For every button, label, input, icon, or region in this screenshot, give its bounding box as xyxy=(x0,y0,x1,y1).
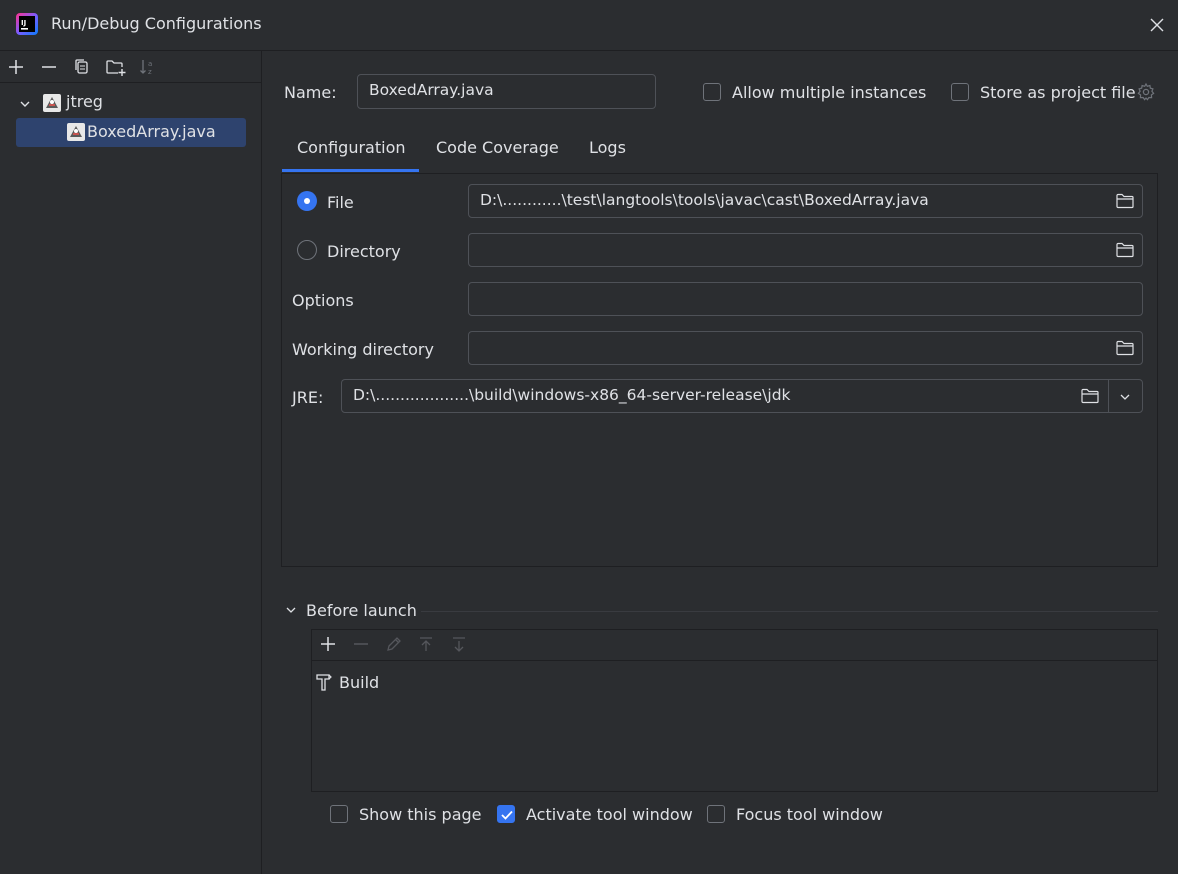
before-launch-panel xyxy=(311,629,1158,792)
tree-item-label: BoxedArray.java xyxy=(87,122,216,141)
close-icon[interactable] xyxy=(1145,13,1169,37)
name-input-value: BoxedArray.java xyxy=(369,81,494,99)
workdir-label: Working directory xyxy=(292,340,434,359)
tab-code-coverage[interactable]: Code Coverage xyxy=(436,138,559,157)
active-tab-indicator xyxy=(282,169,419,172)
store-project-label: Store as project file xyxy=(980,83,1136,102)
tab-logs[interactable]: Logs xyxy=(589,138,626,157)
allow-multiple-label: Allow multiple instances xyxy=(732,83,927,102)
intellij-logo-icon: IJ xyxy=(16,13,38,35)
chevron-down-icon[interactable] xyxy=(19,98,31,110)
hammer-icon xyxy=(315,672,333,692)
svg-text:a: a xyxy=(148,60,152,68)
checkmark-icon xyxy=(501,810,513,820)
show-page-checkbox[interactable] xyxy=(330,805,348,823)
combo-divider xyxy=(1108,380,1109,412)
copy-icon[interactable] xyxy=(72,57,92,77)
configurations-tree-panel xyxy=(0,51,262,874)
workdir-field[interactable] xyxy=(468,331,1143,365)
folder-icon[interactable] xyxy=(1115,241,1135,259)
tab-configuration[interactable]: Configuration xyxy=(297,138,406,157)
store-project-checkbox[interactable] xyxy=(951,83,969,101)
focus-tool-window-checkbox[interactable] xyxy=(707,805,725,823)
before-launch-title[interactable]: Before launch xyxy=(306,601,417,620)
jre-label: JRE: xyxy=(292,388,324,407)
file-path-field[interactable]: D:\............\test\langtools\tools\jav… xyxy=(468,184,1143,218)
folder-icon[interactable] xyxy=(1115,192,1135,210)
name-input[interactable]: BoxedArray.java xyxy=(357,74,656,109)
new-folder-icon[interactable] xyxy=(105,57,126,77)
chevron-down-icon[interactable] xyxy=(285,604,297,616)
activate-tool-window-checkbox[interactable] xyxy=(497,805,515,823)
activate-tool-window-label: Activate tool window xyxy=(526,805,693,824)
name-label: Name: xyxy=(284,83,337,102)
tree-group-jtreg[interactable]: jtreg xyxy=(16,92,246,116)
directory-label: Directory xyxy=(327,242,401,261)
tree-item-boxedarray[interactable]: BoxedArray.java xyxy=(16,118,246,147)
jtreg-icon xyxy=(42,93,62,113)
svg-text:z: z xyxy=(148,68,152,76)
move-down-icon[interactable] xyxy=(449,634,469,654)
focus-tool-window-label: Focus tool window xyxy=(736,805,883,824)
allow-multiple-checkbox[interactable] xyxy=(703,83,721,101)
directory-radio[interactable] xyxy=(297,240,317,260)
directory-field[interactable] xyxy=(468,233,1143,267)
chevron-down-icon[interactable] xyxy=(1118,390,1132,404)
file-radio[interactable] xyxy=(297,191,317,211)
remove-icon[interactable] xyxy=(39,57,59,77)
show-page-label: Show this page xyxy=(359,805,482,824)
file-label: File xyxy=(327,193,354,212)
folder-icon[interactable] xyxy=(1115,339,1135,357)
gear-icon[interactable] xyxy=(1136,82,1156,102)
tree-toolbar: a z xyxy=(0,51,261,83)
svg-text:IJ: IJ xyxy=(21,19,26,27)
file-path-value: D:\............\test\langtools\tools\jav… xyxy=(480,191,929,209)
move-up-icon[interactable] xyxy=(416,634,436,654)
options-label: Options xyxy=(292,291,354,310)
add-icon[interactable] xyxy=(6,57,26,77)
remove-icon[interactable] xyxy=(351,634,371,654)
options-field[interactable] xyxy=(468,282,1143,316)
edit-icon[interactable] xyxy=(384,634,404,654)
before-launch-item-build[interactable]: Build xyxy=(339,673,379,692)
window-title: Run/Debug Configurations xyxy=(51,14,262,33)
jre-value: D:\...................\build\windows-x86… xyxy=(353,386,791,404)
folder-icon[interactable] xyxy=(1080,387,1100,405)
sort-icon[interactable]: a z xyxy=(138,57,158,77)
jtreg-test-icon xyxy=(66,122,86,142)
section-divider xyxy=(421,611,1158,612)
toolbar-divider xyxy=(312,660,1157,661)
jre-combobox[interactable]: D:\...................\build\windows-x86… xyxy=(341,379,1143,413)
add-icon[interactable] xyxy=(318,634,338,654)
tree-group-label: jtreg xyxy=(66,92,103,111)
